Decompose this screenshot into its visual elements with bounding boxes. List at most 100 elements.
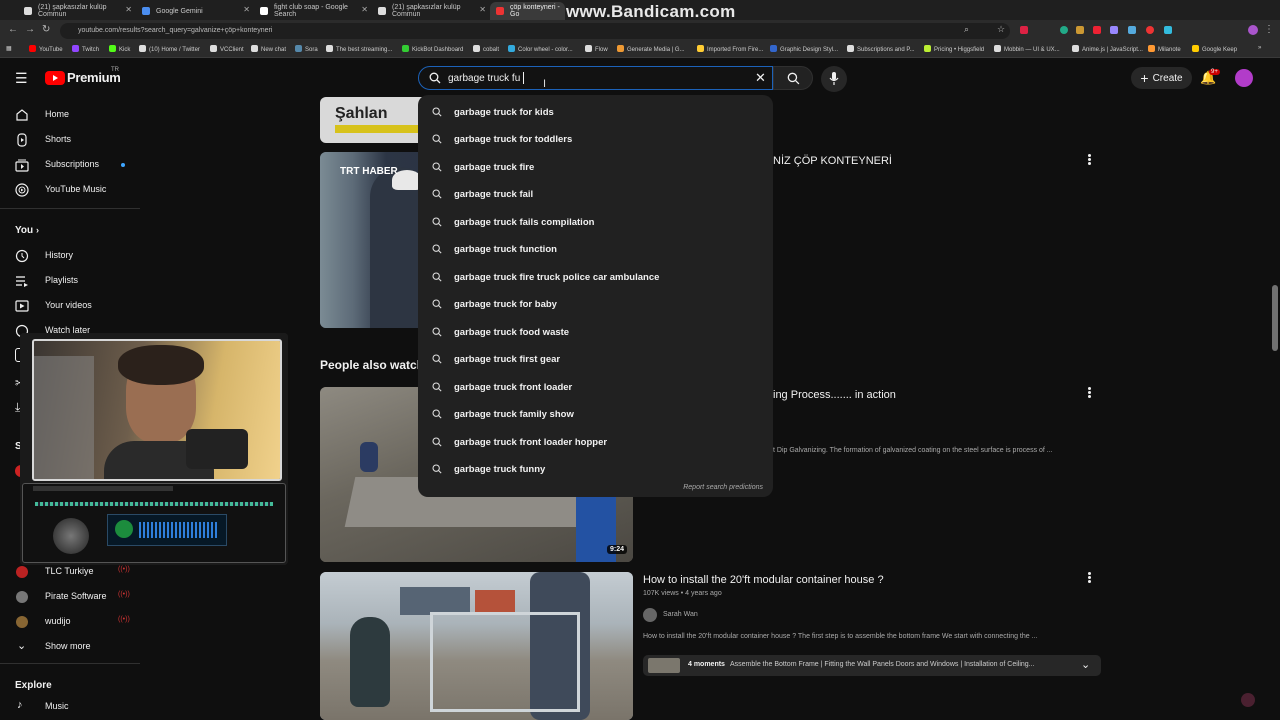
suggestion-item[interactable]: garbage truck food waste — [418, 319, 773, 346]
bookmark[interactable]: Color wheel - color... — [508, 45, 573, 53]
bookmark[interactable]: Twitch — [72, 45, 99, 53]
bookmark[interactable]: Subscriptions and P... — [847, 45, 915, 53]
zoom-icon[interactable]: ⌕ — [964, 24, 969, 35]
floating-icon[interactable] — [1241, 693, 1255, 707]
browser-tab[interactable]: Google Gemini ✕ — [136, 2, 254, 20]
suggestion-item[interactable]: garbage truck for kids — [418, 99, 773, 126]
video-title[interactable]: ing Process....... in action — [773, 389, 896, 401]
sidebar-you-heading[interactable]: You › — [15, 225, 39, 236]
menu-dots-icon[interactable]: ⋮ — [1264, 24, 1274, 35]
extension-icon[interactable] — [1093, 26, 1101, 34]
extension-icon[interactable] — [1076, 26, 1084, 34]
bookmark[interactable]: The best streaming... — [326, 45, 392, 53]
browser-tab[interactable]: (21) şapkasızlar kulüp Commun ✕ — [372, 2, 490, 20]
bookmark[interactable]: New chat — [251, 45, 286, 53]
bookmark[interactable]: Kick — [109, 45, 130, 53]
suggestion-item[interactable]: garbage truck for toddlers — [418, 126, 773, 153]
video-thumbnail[interactable]: Şahlan — [320, 97, 430, 143]
clear-search-icon[interactable]: ✕ — [755, 70, 766, 86]
extension-icon[interactable] — [1060, 26, 1068, 34]
bookmarks-overflow-icon[interactable]: » — [1258, 45, 1261, 51]
forward-icon[interactable]: → — [25, 24, 35, 35]
bookmark[interactable]: YouTube — [29, 45, 63, 53]
sidebar-sub-pirate-software[interactable]: Pirate Software ((•)) — [0, 585, 140, 609]
page-scrollbar[interactable] — [1272, 285, 1278, 351]
extension-icon[interactable] — [1146, 26, 1154, 34]
sidebar-item-music[interactable]: ♪ Music — [0, 695, 140, 719]
video-title[interactable]: NİZ ÇÖP KONTEYNERİ — [773, 155, 892, 167]
suggestion-item[interactable]: garbage truck first gear — [418, 346, 773, 373]
url-field[interactable]: youtube.com/results?search_query=galvani… — [60, 23, 1010, 39]
extension-icon[interactable] — [1020, 26, 1028, 34]
suggestion-item[interactable]: garbage truck front loader — [418, 374, 773, 401]
close-tab-icon[interactable]: ✕ — [243, 5, 250, 14]
suggestion-item[interactable]: garbage truck family show — [418, 401, 773, 428]
sidebar-sub-tlc-turkiye[interactable]: TLC Turkiye ((•)) — [0, 560, 140, 584]
bookmark[interactable]: Generate Media | G... — [617, 45, 685, 53]
suggestion-item[interactable]: garbage truck fire truck police car ambu… — [418, 264, 773, 291]
browser-tab-active[interactable]: çöp konteyneri - Go — [490, 2, 565, 20]
suggestion-item[interactable]: garbage truck front loader hopper — [418, 429, 773, 456]
more-actions-icon[interactable] — [1086, 571, 1092, 585]
bookmark[interactable]: (10) Home / Twitter — [139, 45, 200, 53]
channel-avatar[interactable] — [643, 608, 657, 622]
search-button[interactable] — [773, 66, 813, 90]
bookmark[interactable]: VCClient — [210, 45, 244, 53]
create-button[interactable]: + Create — [1131, 67, 1192, 89]
sidebar-item-subscriptions[interactable]: Subscriptions — [0, 153, 140, 177]
more-actions-icon[interactable] — [1086, 386, 1092, 400]
sidebar-item-your-videos[interactable]: Your videos — [0, 294, 140, 318]
video-title[interactable]: How to install the 20'ft modular contain… — [643, 574, 884, 586]
bookmark[interactable]: Sora — [295, 45, 318, 53]
browser-tab[interactable]: (21) şapkasızlar kulüp Commun ✕ — [18, 2, 136, 20]
bookmark[interactable]: Google Keep — [1192, 45, 1237, 53]
sidebar-item-history[interactable]: History — [0, 244, 140, 268]
close-tab-icon[interactable]: ✕ — [361, 5, 368, 14]
suggestion-item[interactable]: garbage truck fire — [418, 154, 773, 181]
youtube-logo-icon[interactable] — [45, 71, 65, 85]
video-thumbnail[interactable] — [320, 572, 633, 720]
sidebar-show-more[interactable]: ⌄ Show more — [0, 635, 140, 659]
sidebar-sub-wudijo[interactable]: wudijo ((•)) — [0, 610, 140, 634]
account-avatar[interactable] — [1235, 69, 1253, 87]
bookmark[interactable]: Pricing • Higgsfield — [924, 45, 984, 53]
sidebar-item-youtube-music[interactable]: YouTube Music — [0, 178, 140, 202]
close-tab-icon[interactable]: ✕ — [479, 5, 486, 14]
sidebar-item-shorts[interactable]: Shorts — [0, 128, 140, 152]
suggestion-item[interactable]: garbage truck function — [418, 236, 773, 263]
video-thumbnail[interactable]: TRT HABER — [320, 152, 430, 328]
voice-search-button[interactable] — [821, 66, 847, 92]
bookmark[interactable]: Milanote — [1148, 45, 1181, 53]
bookmark[interactable]: Mobbin — UI & UX... — [994, 45, 1060, 53]
report-search-predictions-link[interactable]: Report search predictions — [683, 484, 763, 491]
suggestion-item[interactable]: garbage truck for baby — [418, 291, 773, 318]
channel-name[interactable]: Sarah Wan — [663, 611, 698, 618]
reload-icon[interactable]: ↻ — [42, 24, 50, 35]
profile-avatar-icon[interactable] — [1248, 25, 1258, 35]
youtube-header: ☰ Premium TR garbage truck fu ✕ + Create… — [0, 58, 1280, 98]
bookmark[interactable]: Graphic Design Styl... — [770, 45, 838, 53]
bookmark[interactable]: Imported From Fire... — [697, 45, 763, 53]
suggestion-item[interactable]: garbage truck fail — [418, 181, 773, 208]
close-tab-icon[interactable]: ✕ — [125, 5, 132, 14]
chevron-down-icon[interactable]: ⌄ — [1081, 658, 1090, 671]
back-icon[interactable]: ← — [8, 24, 18, 35]
extension-icon[interactable] — [1110, 26, 1118, 34]
browser-tab[interactable]: fight club soap - Google Search ✕ — [254, 2, 372, 20]
sidebar-item-playlists[interactable]: Playlists — [0, 269, 140, 293]
bookmark[interactable]: Flow — [585, 45, 608, 53]
suggestion-item[interactable]: garbage truck funny — [418, 456, 773, 483]
search-input[interactable]: garbage truck fu ✕ — [418, 66, 773, 90]
extension-icon[interactable] — [1128, 26, 1136, 34]
sidebar-item-home[interactable]: Home — [0, 103, 140, 127]
hamburger-menu-icon[interactable]: ☰ — [15, 70, 28, 87]
bookmark[interactable]: Anime.js | JavaScript... — [1072, 45, 1143, 53]
bookmark[interactable]: cobalt — [473, 45, 499, 53]
bookmark[interactable]: KickBot Dashboard — [402, 45, 463, 53]
extension-icon[interactable] — [1164, 26, 1172, 34]
star-icon[interactable]: ☆ — [997, 24, 1005, 35]
apps-icon[interactable]: ▦ — [6, 45, 12, 52]
suggestion-item[interactable]: garbage truck fails compilation — [418, 209, 773, 236]
more-actions-icon[interactable] — [1086, 153, 1092, 167]
key-moments-bar[interactable]: 4 moments Assemble the Bottom Frame | Fi… — [643, 655, 1101, 676]
